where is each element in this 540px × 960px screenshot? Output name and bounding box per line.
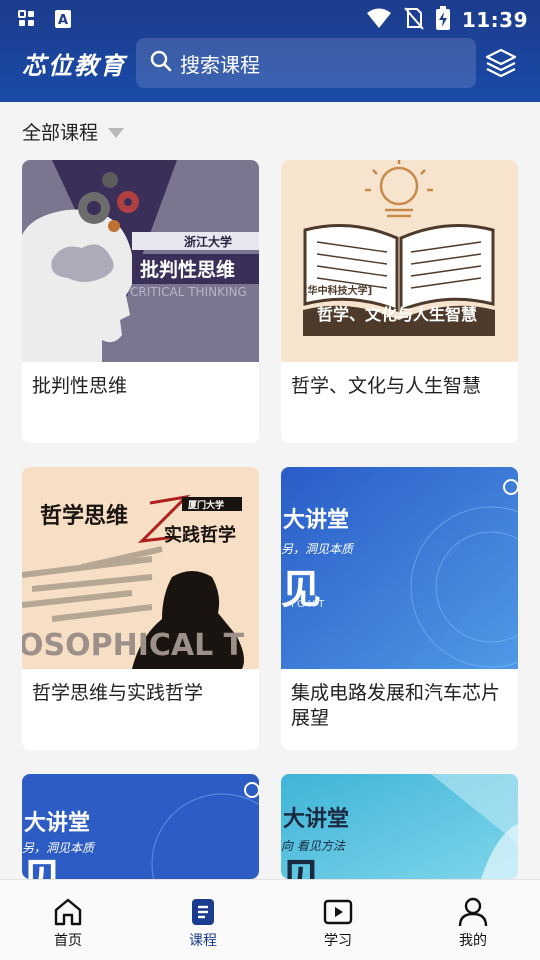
profile-icon xyxy=(458,897,488,927)
course-book-icon xyxy=(192,899,214,925)
cover-subtitle: IGHT xyxy=(291,599,327,610)
app-header: A 11:39 芯位教育 搜索课程 xyxy=(0,0,540,102)
cover-school: [华中科技大学] xyxy=(303,284,372,297)
cover-brand: 大讲堂 xyxy=(283,807,349,832)
search-icon xyxy=(150,50,172,76)
nav-item-home[interactable]: 首页 xyxy=(28,896,108,950)
no-sim-icon xyxy=(404,6,424,34)
filter-label: 全部课程 xyxy=(22,122,99,144)
cover-slogan: 另，洞见本质 xyxy=(281,542,355,556)
nav-item-mine[interactable]: 我的 xyxy=(433,896,513,950)
nav-label: 我的 xyxy=(459,933,487,949)
course-card[interactable]: 大讲堂 另，洞见本质 见 xyxy=(22,774,259,879)
nav-label: 首页 xyxy=(54,933,82,949)
home-icon xyxy=(54,898,82,926)
cover-slogan: 另，洞见本质 xyxy=(22,841,96,855)
search-input[interactable]: 搜索课程 xyxy=(136,38,476,88)
battery-charging-icon xyxy=(435,6,450,34)
course-card[interactable]: 大讲堂 向 看见方法 见 xyxy=(281,774,518,879)
course-card[interactable]: 大讲堂 另，洞见本质 见 IGHT 集成电路发展和汽车芯片展望 xyxy=(281,467,518,750)
status-bar: A 11:39 xyxy=(0,0,540,36)
cover-title: 哲学、文化与人生智慧 xyxy=(317,305,477,324)
cover-subtitle: CRITICAL THINKING xyxy=(130,285,247,299)
cover-brand: 大讲堂 xyxy=(24,811,90,836)
course-cover: 大讲堂 另，洞见本质 见 IGHT xyxy=(281,467,518,669)
status-time: 11:39 xyxy=(461,8,528,32)
cover-big-char: 见 xyxy=(22,856,62,879)
layers-icon[interactable] xyxy=(484,46,518,80)
search-placeholder: 搜索课程 xyxy=(180,52,260,77)
cover-big-char: 见 xyxy=(281,856,321,879)
course-card[interactable]: 浙江大学 批判性思维 CRITICAL THINKING 批判性思维 xyxy=(22,160,259,443)
nav-item-study[interactable]: 学习 xyxy=(298,896,378,950)
text-a-icon: A xyxy=(54,9,72,33)
wifi-icon xyxy=(366,7,392,33)
course-card[interactable]: 哲学思维 厦门大学 实践哲学 OSOPHICAL T 哲学思维与实践哲学 xyxy=(22,467,259,750)
cover-school: 浙江大学 xyxy=(184,234,232,249)
course-cover: [华中科技大学] 哲学、文化与人生智慧 xyxy=(281,160,518,362)
course-cover: 浙江大学 批判性思维 CRITICAL THINKING xyxy=(22,160,259,362)
cover-slogan: 向 看见方法 xyxy=(281,839,346,853)
svg-text:A: A xyxy=(58,13,68,28)
nav-label: 学习 xyxy=(324,933,352,949)
nav-label: 课程 xyxy=(189,933,217,949)
course-cover: 哲学思维 厦门大学 实践哲学 OSOPHICAL T xyxy=(22,467,259,669)
app-logo: 芯位教育 xyxy=(22,52,126,80)
course-title: 批判性思维 xyxy=(32,375,128,397)
play-video-icon xyxy=(323,899,353,925)
cover-brand: 大讲堂 xyxy=(283,508,349,533)
course-filter-dropdown[interactable]: 全部课程 xyxy=(22,118,125,145)
course-cover: 大讲堂 向 看见方法 见 xyxy=(281,774,518,879)
cover-school: 厦门大学 xyxy=(188,499,224,511)
cover-title: 批判性思维 xyxy=(140,258,235,281)
course-cover: 大讲堂 另，洞见本质 见 xyxy=(22,774,259,879)
bottom-navigation: 首页 课程 学习 我的 xyxy=(0,879,540,960)
app-bar: 芯位教育 搜索课程 xyxy=(0,36,540,92)
course-title: 哲学思维与实践哲学 xyxy=(32,682,204,704)
course-title: 哲学、文化与人生智慧 xyxy=(291,375,482,397)
cover-title: 哲学思维 xyxy=(40,503,128,529)
caret-down-icon xyxy=(108,127,125,138)
course-card[interactable]: [华中科技大学] 哲学、文化与人生智慧 哲学、文化与人生智慧 xyxy=(281,160,518,443)
grid-icon xyxy=(18,10,36,32)
course-title: 集成电路发展和汽车芯片展望 xyxy=(291,682,501,729)
cover-subtitle: OSOPHICAL T xyxy=(22,628,245,663)
cover-title-2: 实践哲学 xyxy=(164,524,236,546)
nav-item-courses[interactable]: 课程 xyxy=(163,896,243,950)
